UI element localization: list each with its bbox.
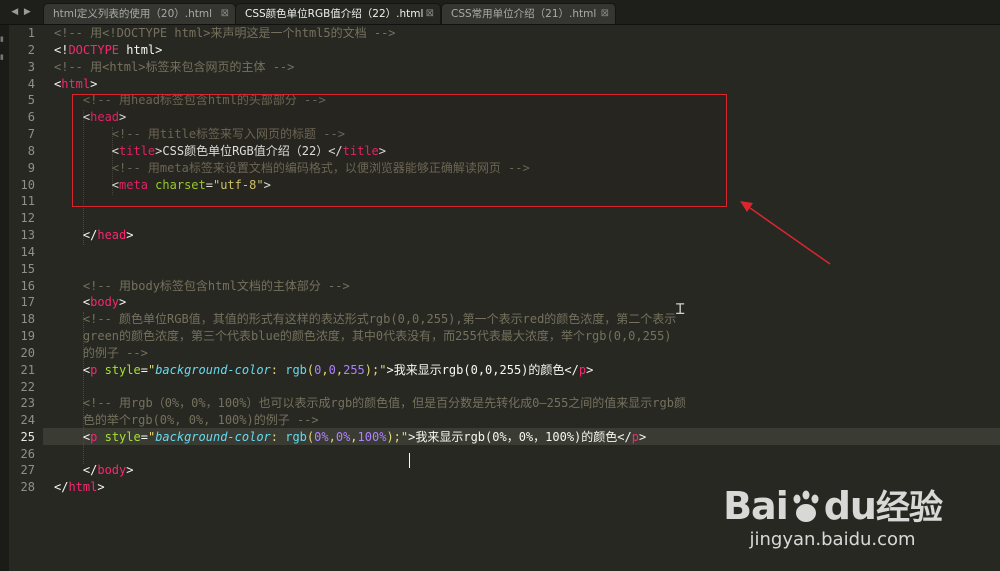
watermark-brand-suffix: du (823, 484, 877, 528)
baidu-paw-icon (793, 490, 819, 522)
baidu-jingyan-watermark: Bai du经验 jingyan.baidu.com (723, 484, 943, 551)
mouse-ibeam-cursor-icon: Ɪ (676, 300, 685, 318)
watermark-url: jingyan.baidu.com (749, 529, 916, 550)
watermark-brand: Bai (723, 484, 789, 528)
annotation-arrowhead-icon (740, 201, 753, 212)
watermark-logo: Bai du经验 (723, 484, 943, 529)
watermark-product: 经验 (876, 488, 943, 528)
annotation-arrow-icon (749, 207, 831, 265)
